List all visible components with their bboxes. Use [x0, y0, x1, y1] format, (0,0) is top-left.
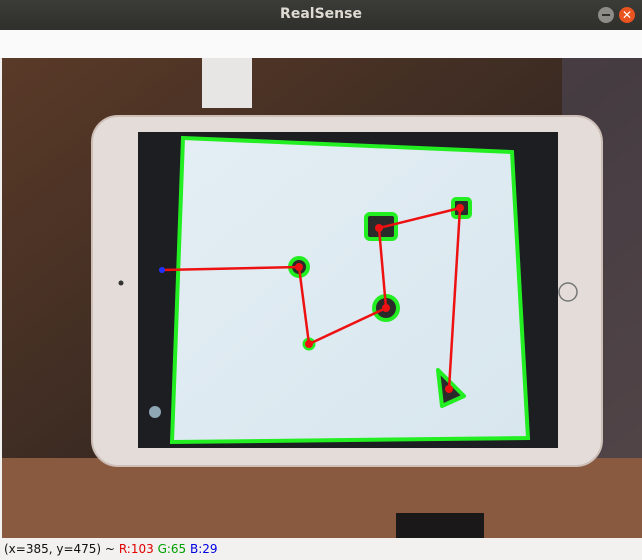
path-node	[445, 385, 453, 393]
minimize-icon[interactable]	[598, 7, 614, 23]
window-title: RealSense	[280, 6, 362, 22]
screen-glare	[149, 406, 161, 418]
pixel-readout: (x=385, y=475) ~ R:103 G:65 B:29	[4, 542, 218, 556]
realsense-window: RealSense ✕ (x=385, y=475) ~ R:103 G:65 …	[0, 0, 642, 560]
path-node	[305, 340, 313, 348]
path-node	[382, 304, 390, 312]
tablet-screen	[172, 138, 528, 442]
path-node	[456, 204, 464, 212]
path-node	[295, 263, 303, 271]
green-value: G:65	[157, 542, 187, 556]
cursor-coords: (x=385, y=475) ~	[4, 542, 115, 556]
tablet-camera	[118, 280, 124, 286]
path-node	[375, 224, 383, 232]
blue-value: B:29	[190, 542, 218, 556]
red-value: R:103	[118, 542, 154, 556]
camera-view[interactable]	[2, 58, 642, 538]
title-bar[interactable]: RealSense ✕	[0, 0, 642, 30]
table-surface	[2, 458, 642, 538]
toolbar	[0, 30, 642, 59]
path-start-marker	[159, 267, 165, 273]
close-icon[interactable]: ✕	[619, 7, 635, 23]
status-bar: (x=385, y=475) ~ R:103 G:65 B:29	[0, 538, 642, 560]
background-panel	[202, 58, 252, 108]
black-object	[396, 513, 484, 538]
camera-frame	[2, 58, 642, 538]
